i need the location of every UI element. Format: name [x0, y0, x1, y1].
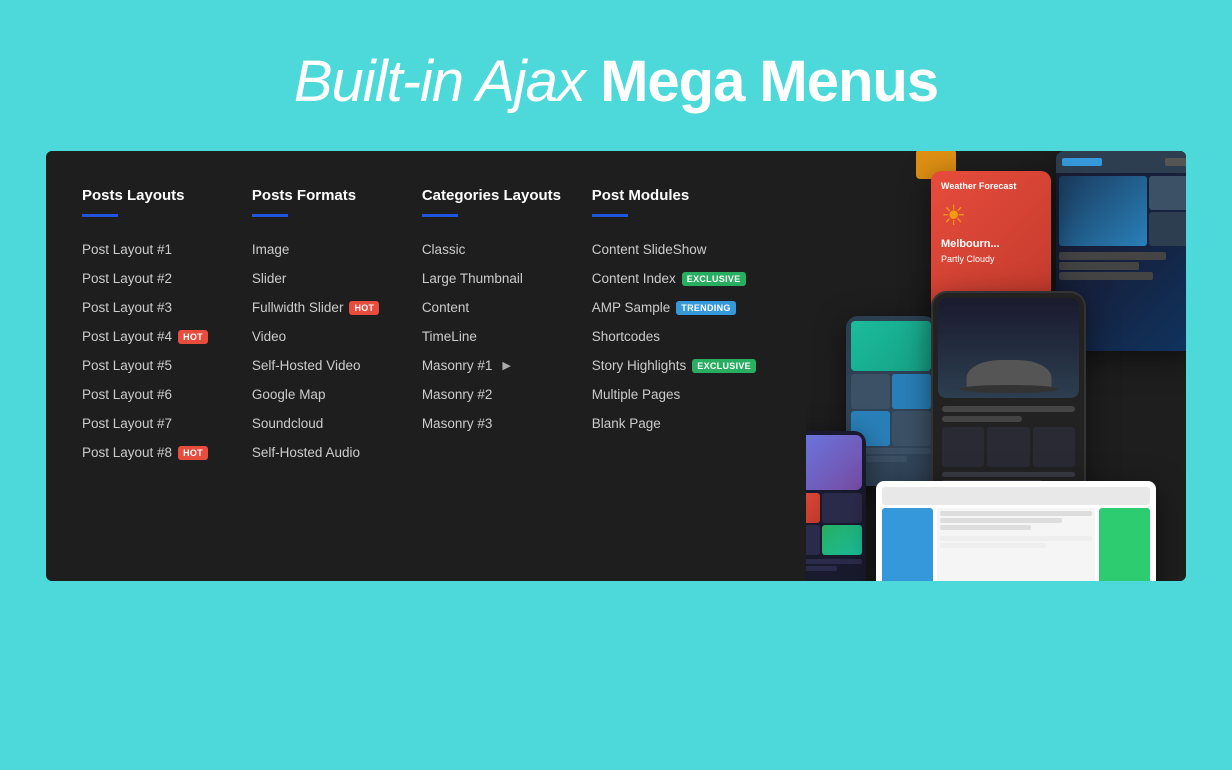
city-name: Melbourn...: [941, 238, 1041, 250]
list-item[interactable]: Post Layout #2: [82, 264, 232, 293]
list-item[interactable]: Classic: [422, 235, 572, 264]
phone2-content: [938, 402, 1079, 489]
list-item[interactable]: Masonry #3: [422, 409, 572, 438]
submenu-arrow-icon: ▶: [502, 359, 510, 372]
badge-exclusive: EXCLUSIVE: [692, 359, 756, 373]
mega-menu-container: Posts Layouts Post Layout #1 Post Layout…: [46, 151, 1186, 581]
hero-title: Built-in Ajax Mega Menus: [294, 48, 938, 115]
menu-col-post-modules: Post Modules Content SlideShow Content I…: [592, 187, 776, 545]
list-item[interactable]: Post Layout #8 HOT: [82, 438, 232, 467]
col-divider-post-modules: [592, 214, 628, 217]
website-header: [882, 487, 1150, 505]
list-item[interactable]: Self-Hosted Audio: [252, 438, 402, 467]
list-item[interactable]: Content Index EXCLUSIVE: [592, 264, 756, 293]
list-item[interactable]: Masonry #2: [422, 380, 572, 409]
badge-hot: HOT: [178, 446, 208, 460]
list-item[interactable]: Story Highlights EXCLUSIVE: [592, 351, 756, 380]
menu-col-categories-layouts: Categories Layouts Classic Large Thumbna…: [422, 187, 592, 545]
phone1-block1: [851, 374, 890, 409]
col-divider-posts-layouts: [82, 214, 118, 217]
list-item[interactable]: TimeLine: [422, 322, 572, 351]
sun-icon: ☀: [941, 199, 1041, 232]
hero-title-regular: Built-in Ajax: [294, 49, 600, 114]
device-mockups: Weather Forecast ☀ Melbourn... Partly Cl…: [806, 151, 1186, 581]
list-item[interactable]: Content: [422, 293, 572, 322]
phone1-block2: [892, 374, 931, 409]
list-item[interactable]: Blank Page: [592, 409, 756, 438]
phone1-block4: [892, 411, 931, 446]
menu-columns: Posts Layouts Post Layout #1 Post Layout…: [46, 151, 806, 581]
list-item[interactable]: Post Layout #7: [82, 409, 232, 438]
list-item[interactable]: Post Layout #6: [82, 380, 232, 409]
phone2-car-image: [938, 298, 1079, 398]
list-item[interactable]: Self-Hosted Video: [252, 351, 402, 380]
website-content-row: [882, 508, 1150, 581]
badge-hot: HOT: [349, 301, 379, 315]
list-item[interactable]: Google Map: [252, 380, 402, 409]
col-divider-posts-formats: [252, 214, 288, 217]
phone1-header-image: [851, 321, 931, 371]
device-phone3: [806, 431, 866, 581]
list-item[interactable]: Multiple Pages: [592, 380, 756, 409]
col-divider-categories-layouts: [422, 214, 458, 217]
list-item[interactable]: Soundcloud: [252, 409, 402, 438]
badge-trending: TRENDING: [676, 301, 735, 315]
col-title-post-modules: Post Modules: [592, 187, 756, 204]
phone3-grid: [806, 493, 862, 555]
col-title-posts-layouts: Posts Layouts: [82, 187, 232, 204]
menu-col-posts-formats: Posts Formats Image Slider Fullwidth Sli…: [252, 187, 422, 545]
list-item[interactable]: Large Thumbnail: [422, 264, 572, 293]
hero-title-bold: Mega Menus: [600, 49, 938, 114]
list-item[interactable]: Post Layout #5: [82, 351, 232, 380]
col-title-posts-formats: Posts Formats: [252, 187, 402, 204]
list-item[interactable]: Post Layout #4 HOT: [82, 322, 232, 351]
badge-exclusive: EXCLUSIVE: [682, 272, 746, 286]
device-website-mockup: [876, 481, 1156, 581]
weather-title: Weather Forecast: [941, 181, 1041, 191]
list-item[interactable]: AMP Sample TRENDING: [592, 293, 756, 322]
menu-col-posts-layouts: Posts Layouts Post Layout #1 Post Layout…: [82, 187, 252, 545]
list-item[interactable]: Post Layout #1: [82, 235, 232, 264]
list-item[interactable]: Slider: [252, 264, 402, 293]
phone3-header: [806, 435, 862, 490]
list-item[interactable]: Shortcodes: [592, 322, 756, 351]
col-title-categories-layouts: Categories Layouts: [422, 187, 572, 204]
badge-hot: HOT: [178, 330, 208, 344]
list-item[interactable]: Post Layout #3: [82, 293, 232, 322]
list-item[interactable]: Fullwidth Slider HOT: [252, 293, 402, 322]
list-item[interactable]: Image: [252, 235, 402, 264]
screenshots-area: Weather Forecast ☀ Melbourn... Partly Cl…: [806, 151, 1186, 581]
list-item[interactable]: Video: [252, 322, 402, 351]
list-item[interactable]: Masonry #1 ▶: [422, 351, 572, 380]
list-item[interactable]: Content SlideShow: [592, 235, 756, 264]
